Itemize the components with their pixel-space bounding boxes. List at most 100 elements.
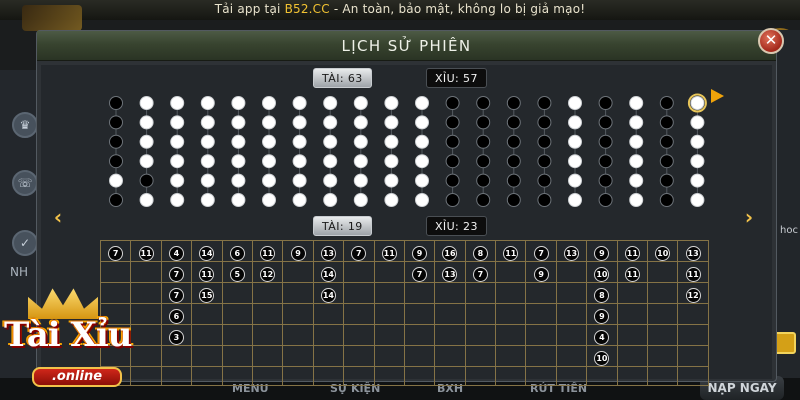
next-arrow-icon[interactable]: › bbox=[741, 206, 757, 228]
xiu-label: XỈU bbox=[435, 220, 456, 233]
table-cell bbox=[373, 261, 405, 283]
table-cell bbox=[343, 303, 375, 325]
table-cell bbox=[647, 345, 679, 367]
xiu-result-dot bbox=[476, 96, 491, 110]
tai-result-dot bbox=[262, 154, 276, 169]
table-cell bbox=[647, 366, 679, 386]
tai-result-dot bbox=[629, 193, 644, 207]
tai-result-dot bbox=[568, 96, 582, 110]
table-row: 69 bbox=[99, 303, 709, 325]
tai-result-dot bbox=[415, 115, 429, 130]
table-cell bbox=[616, 282, 649, 304]
tai-result-dot bbox=[384, 173, 399, 188]
tai-result-dot bbox=[170, 193, 185, 207]
table-cell bbox=[677, 324, 709, 346]
table-cell: 14 bbox=[312, 282, 345, 304]
tai-result-dot bbox=[690, 96, 705, 110]
tai-result-dot bbox=[353, 193, 368, 207]
tai-result-dot bbox=[292, 134, 307, 149]
dice-total-chip: 11 bbox=[624, 267, 640, 282]
table-cell bbox=[464, 345, 497, 367]
table-cell bbox=[312, 366, 345, 386]
tai-result-dot bbox=[231, 115, 246, 130]
table-cell bbox=[312, 303, 345, 325]
dice-total-chip: 11 bbox=[624, 246, 640, 261]
table-cell: 9 bbox=[403, 240, 436, 262]
table-cell: 9 bbox=[586, 303, 618, 325]
dice-total-chip: 11 bbox=[685, 267, 701, 282]
xiu-result-dot bbox=[445, 96, 460, 110]
dice-total-chip: 16 bbox=[442, 246, 458, 261]
table-cell: 7 bbox=[160, 261, 193, 283]
previous-arrow-icon[interactable]: ‹ bbox=[50, 206, 66, 228]
xiu-result-dot bbox=[598, 134, 613, 149]
tai-result-dot bbox=[353, 173, 368, 188]
table-cell bbox=[343, 282, 375, 304]
dice-total-table: 7 11 4 14 6 11 9 13 7 11 9 16 8 11 7 13 9 11 10 13 7 11 5 12 14 7… bbox=[99, 240, 709, 386]
table-cell bbox=[251, 282, 284, 304]
table-cell: 10 bbox=[586, 261, 618, 283]
dice-total-chip: 11 bbox=[260, 246, 276, 261]
tai-result-dot bbox=[384, 193, 399, 207]
xiu-result-dot bbox=[445, 134, 460, 149]
tai-result-dot bbox=[292, 115, 307, 130]
xiu-result-dot bbox=[109, 96, 123, 110]
tai-result-dot bbox=[384, 115, 399, 130]
table-cell bbox=[464, 282, 497, 304]
dice-total-chip: 11 bbox=[138, 246, 154, 261]
tai-result-dot bbox=[139, 115, 154, 130]
tai-result-dot bbox=[262, 134, 276, 149]
table-cell: 13 bbox=[434, 261, 466, 283]
check-icon[interactable]: ✓ bbox=[12, 230, 38, 256]
table-cell bbox=[495, 303, 527, 325]
table-cell: 11 bbox=[677, 261, 709, 283]
tai-result-dot bbox=[139, 193, 154, 207]
dice-total-chip: 6 bbox=[229, 246, 245, 261]
table-cell bbox=[312, 345, 345, 367]
table-cell bbox=[495, 261, 527, 283]
xiu-result-dot bbox=[598, 115, 613, 130]
tai-result-dot bbox=[353, 96, 368, 110]
table-row: 7 11 4 14 6 11 9 13 7 11 9 16 8 11 7 13 9 11 10 13 bbox=[99, 240, 709, 262]
xiu-result-dot bbox=[659, 173, 674, 188]
table-cell bbox=[525, 366, 557, 386]
xiu-result-dot bbox=[139, 173, 154, 188]
table-cell: 15 bbox=[191, 282, 223, 304]
table-cell bbox=[251, 345, 284, 367]
table-cell bbox=[373, 303, 405, 325]
dice-total-chip: 7 bbox=[168, 288, 184, 303]
table-cell: 16 bbox=[434, 240, 466, 262]
table-cell bbox=[616, 366, 649, 386]
table-cell: 4 bbox=[160, 240, 193, 262]
xiu-result-dot bbox=[476, 193, 491, 207]
xiu-result-dot bbox=[506, 115, 521, 130]
tai-result-dot bbox=[231, 134, 246, 149]
dice-total-chip: 9 bbox=[290, 246, 306, 261]
table-row: 7 11 5 12 14 7 13 7 9 10 11 11 bbox=[99, 261, 709, 283]
dice-total-chip: 7 bbox=[351, 246, 367, 261]
tai-result-dot bbox=[629, 115, 644, 130]
table-cell bbox=[191, 366, 223, 386]
table-cell: 12 bbox=[251, 261, 284, 283]
dice-total-chip: 7 bbox=[108, 246, 124, 261]
table-row: 10 bbox=[99, 345, 709, 367]
xiu-result-dot bbox=[537, 154, 552, 169]
xiu-result-dot bbox=[659, 96, 674, 110]
tai-result-dot bbox=[690, 154, 705, 169]
table-cell bbox=[525, 303, 557, 325]
table-cell: 11 bbox=[616, 261, 649, 283]
table-cell bbox=[282, 261, 314, 283]
table-cell bbox=[647, 261, 679, 283]
table-cell: 6 bbox=[160, 303, 193, 325]
tai-result-dot bbox=[170, 154, 185, 169]
table-cell bbox=[555, 324, 588, 346]
tai-label: TÀI bbox=[322, 220, 340, 233]
table-cell bbox=[221, 282, 253, 304]
table-cell bbox=[403, 366, 436, 386]
table-cell: 10 bbox=[647, 240, 679, 262]
tai-count: 19 bbox=[347, 220, 363, 233]
table-cell bbox=[282, 303, 314, 325]
xiu-result-dot bbox=[109, 193, 123, 207]
tai-result-dot bbox=[231, 96, 246, 110]
table-cell: 3 bbox=[160, 324, 193, 346]
